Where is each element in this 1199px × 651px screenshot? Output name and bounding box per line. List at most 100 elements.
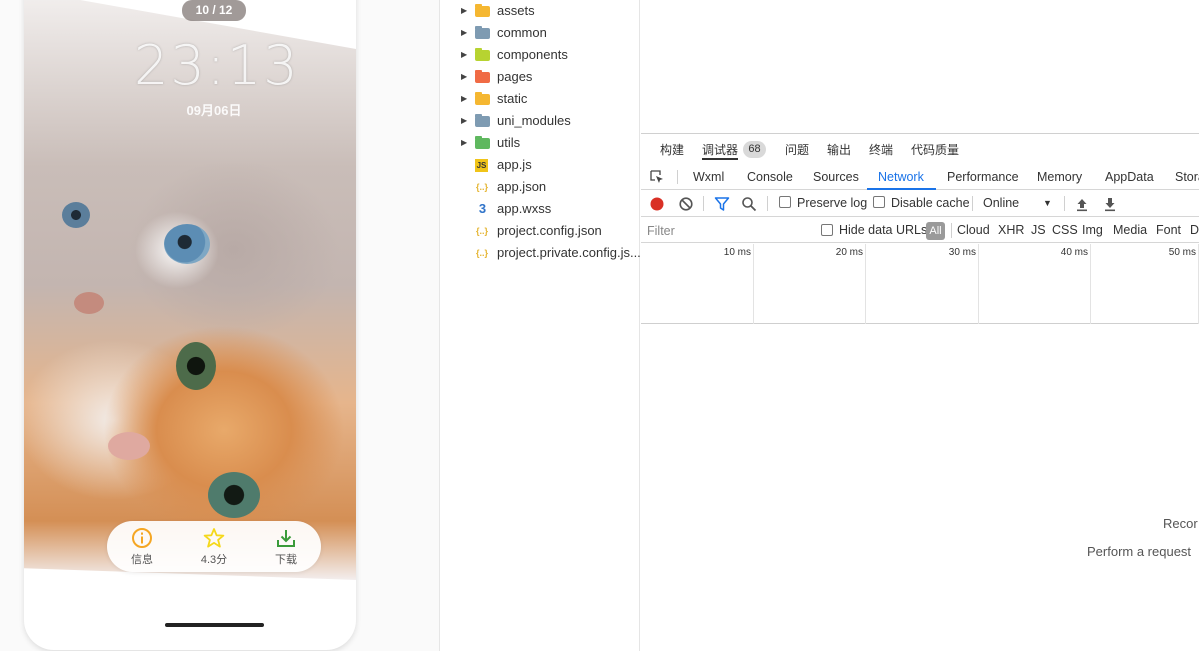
timeline-tick-label: 40 ms [1060,247,1088,258]
type-filter-doc[interactable]: D [1190,218,1199,243]
filter-input[interactable] [647,221,807,240]
tree-item-label: project.private.config.js... [497,245,640,260]
tab-problems[interactable]: 问题 [785,142,809,160]
network-overview-timeline[interactable]: 10 ms 20 ms 30 ms 40 ms 50 ms [641,244,1199,324]
import-har-icon[interactable] [1075,196,1089,212]
preserve-log-checkbox[interactable] [779,196,791,208]
filter-icon[interactable] [714,196,730,212]
throttling-select[interactable]: Online ▼ [977,190,1057,217]
download-label: 下载 [275,554,297,566]
phone-frame: 10 / 12 23:13 09月06日 信息 4.3分 下载 [24,0,356,650]
tree-item-label: app.js [497,157,532,172]
tab-output[interactable]: 输出 [827,142,851,160]
wallpaper-action-bar: 信息 4.3分 下载 [107,521,321,572]
tab-memory[interactable]: Memory [1037,164,1082,190]
devtools-tab-bar: Wxml Console Sources Network Performance… [641,164,1199,190]
tab-terminal[interactable]: 终端 [869,142,893,160]
tree-file[interactable]: 3 app.wxss [441,198,640,220]
export-har-icon[interactable] [1103,196,1117,212]
search-icon[interactable] [741,196,757,212]
download-button[interactable]: 下载 [264,527,308,567]
type-filter-font[interactable]: Font [1156,218,1181,243]
tab-code-quality[interactable]: 代码质量 [911,142,959,160]
type-filter-js[interactable]: JS [1031,218,1046,243]
chevron-right-icon[interactable]: ▶ [461,0,467,22]
tree-folder[interactable]: ▶ static [441,88,640,110]
chevron-right-icon[interactable]: ▶ [461,132,467,154]
tree-file[interactable]: JS app.js [441,154,640,176]
chevron-right-icon[interactable]: ▶ [461,88,467,110]
tab-debugger[interactable]: 调试器 [702,142,739,160]
network-toolbar: Preserve log Disable cache Online ▼ [641,190,1199,217]
folder-icon [475,4,490,17]
clear-icon[interactable] [678,196,694,212]
chevron-right-icon[interactable]: ▶ [461,110,467,132]
record-icon[interactable] [649,196,665,212]
inspect-element-icon[interactable] [650,170,664,184]
rating-button[interactable]: 4.3分 [192,527,236,567]
utils-folder-icon [475,136,490,149]
tab-network[interactable]: Network [878,164,924,190]
filter-bar: Hide data URLs All Cloud XHR JS CSS Img … [641,218,1199,243]
star-icon [203,528,225,548]
timeline-tick-label: 20 ms [835,247,863,258]
tree-item-label: pages [497,69,533,84]
divider [677,170,678,184]
type-filter-css[interactable]: CSS [1052,218,1078,243]
tree-item-label: common [497,25,547,40]
simulator-panel: 10 / 12 23:13 09月06日 信息 4.3分 下载 [0,0,440,651]
tree-file[interactable]: {..} app.json [441,176,640,198]
tree-folder[interactable]: ▶ components [441,44,640,66]
timeline-tick: 30 ms [949,244,979,324]
tree-item-label: components [497,47,568,62]
type-filter-xhr[interactable]: XHR [998,218,1024,243]
divider [1064,196,1065,211]
chevron-right-icon[interactable]: ▶ [461,22,467,44]
tab-performance[interactable]: Performance [947,164,1019,190]
js-file-icon: JS [475,159,488,172]
json-file-icon: {..} [475,182,488,192]
tree-item-label: assets [497,3,535,18]
divider [767,196,768,211]
css-file-icon: 3 [478,201,487,216]
timeline-tick-label: 10 ms [723,247,751,258]
requests-empty-area [641,325,1199,651]
timeline-tick-label: 30 ms [948,247,976,258]
tab-wxml[interactable]: Wxml [693,164,724,190]
tree-folder[interactable]: ▶ assets [441,0,640,22]
type-filter-media[interactable]: Media [1113,218,1147,243]
tab-sources[interactable]: Sources [813,164,859,190]
tree-folder[interactable]: ▶ common [441,22,640,44]
type-filter-img[interactable]: Img [1082,218,1103,243]
chevron-right-icon[interactable]: ▶ [461,44,467,66]
tree-file[interactable]: {..} project.private.config.js... [441,242,640,264]
timeline-tick-label: 50 ms [1168,247,1196,258]
tab-console[interactable]: Console [747,164,793,190]
cat-nose [108,432,150,460]
page-counter: 10 / 12 [182,0,246,21]
clock-date: 09月06日 [186,103,242,118]
disable-cache-checkbox[interactable] [873,196,885,208]
cat-nose [74,292,104,314]
tree-folder[interactable]: ▶ pages [441,66,640,88]
folder-icon [475,114,490,127]
tab-build[interactable]: 构建 [660,142,684,160]
pages-folder-icon [475,70,490,83]
tree-folder[interactable]: ▶ utils [441,132,640,154]
tree-item-label: app.wxss [497,201,552,216]
empty-state-title: Recor [1163,516,1198,531]
tab-appdata[interactable]: AppData [1105,164,1154,190]
disable-cache-label: Disable cache [891,196,970,210]
info-button[interactable]: 信息 [120,527,164,567]
tree-item-label: app.json [497,179,547,194]
tree-folder[interactable]: ▶ uni_modules [441,110,640,132]
hide-data-urls-checkbox[interactable] [821,224,833,236]
type-filter-cloud[interactable]: Cloud [957,218,990,243]
type-filter-all[interactable]: All [926,222,945,240]
debugger-count-badge: 68 [743,141,766,158]
hide-data-urls-label: Hide data URLs [839,223,928,237]
tab-storage[interactable]: Stora [1175,164,1199,190]
file-explorer: ▶ assets ▶ common ▶ components ▶ pages ▶ static ▶ u… [441,0,640,651]
chevron-right-icon[interactable]: ▶ [461,66,467,88]
tree-file[interactable]: {..} project.config.json [441,220,640,242]
